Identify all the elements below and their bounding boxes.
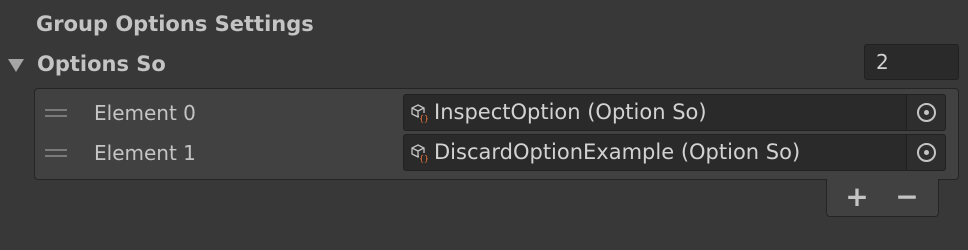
- inspector-panel: Group Options Settings Options So Elemen…: [0, 0, 968, 250]
- add-element-button[interactable]: +: [839, 182, 875, 212]
- remove-element-button[interactable]: −: [889, 182, 925, 212]
- object-field[interactable]: {} DiscardOptionExample (Option So): [403, 134, 946, 171]
- object-field-value: InspectOption (Option So): [434, 100, 707, 124]
- script-asset-icon: {}: [411, 144, 429, 163]
- object-picker-button[interactable]: [906, 95, 945, 130]
- object-field-value: DiscardOptionExample (Option So): [434, 140, 801, 164]
- list-element-row: Element 0 {} InspectOption (Option So): [35, 94, 958, 132]
- list-footer: + −: [826, 179, 939, 217]
- array-size-field[interactable]: [864, 44, 959, 80]
- foldout-arrow-icon[interactable]: [8, 58, 24, 72]
- options-so-label: Options So: [37, 52, 166, 76]
- object-picker-icon: [917, 143, 936, 162]
- svg-text:{}: {}: [419, 154, 429, 163]
- object-picker-button[interactable]: [906, 135, 945, 170]
- drag-handle-icon[interactable]: [45, 109, 67, 117]
- svg-text:{}: {}: [419, 114, 429, 123]
- element-label: Element 0: [94, 101, 196, 125]
- section-header: Group Options Settings: [36, 12, 314, 36]
- reorderable-list: Element 0 {} InspectOption (Option So) E: [34, 88, 959, 180]
- object-picker-icon: [917, 103, 936, 122]
- script-asset-icon: {}: [411, 104, 429, 123]
- options-so-foldout[interactable]: Options So: [8, 48, 166, 80]
- drag-handle-icon[interactable]: [45, 149, 67, 157]
- element-label: Element 1: [94, 141, 196, 165]
- list-element-row: Element 1 {} DiscardOptionExample (Optio…: [35, 134, 958, 172]
- object-field[interactable]: {} InspectOption (Option So): [403, 94, 946, 131]
